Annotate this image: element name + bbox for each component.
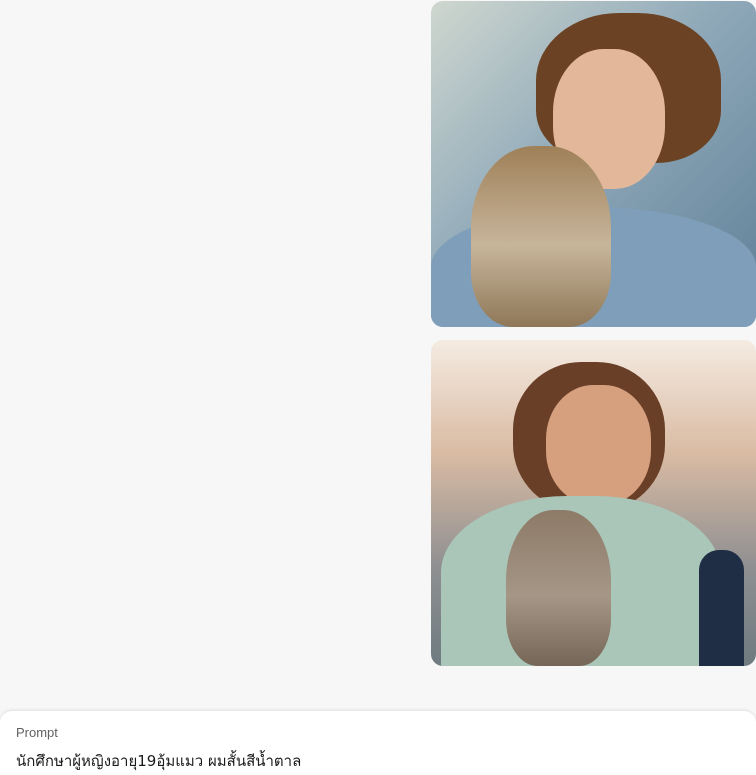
generated-image-gallery bbox=[431, 0, 756, 670]
prompt-text: นักศึกษาผู้หญิงอายุ19อุ้มแมว ผมสั้นสีน้ำ… bbox=[16, 752, 302, 770]
generated-image-1[interactable] bbox=[431, 1, 756, 327]
prompt-panel: Prompt นักศึกษาผู้หญิงอายุ19อุ้มแมว ผมสั… bbox=[0, 711, 756, 775]
cat-shape bbox=[471, 146, 611, 327]
cat-shape bbox=[506, 510, 611, 666]
prompt-label: Prompt bbox=[16, 725, 58, 740]
backpack-shape bbox=[699, 550, 744, 666]
generated-image-2[interactable] bbox=[431, 340, 756, 666]
face-shape bbox=[546, 385, 651, 505]
